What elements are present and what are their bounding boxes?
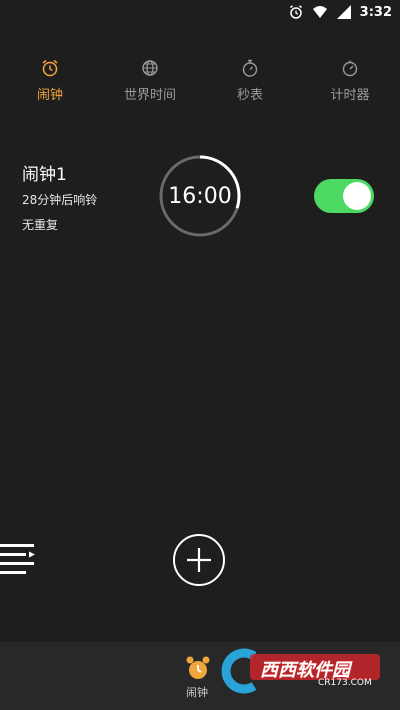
- plus-icon: [187, 548, 211, 572]
- tab-timer[interactable]: 计时器: [300, 58, 400, 110]
- alarm-enabled-toggle[interactable]: [314, 179, 374, 213]
- wifi-icon: [312, 4, 328, 20]
- stopwatch-icon: [242, 59, 258, 77]
- alarm-status-icon: [288, 4, 304, 20]
- watermark-logo: 西西软件园 CR173.COM: [210, 648, 382, 694]
- tab-alarm-label: 闹钟: [36, 88, 63, 103]
- alarm-list-item[interactable]: 闹钟1 28分钟后响铃 无重复 16:00: [0, 150, 400, 245]
- tab-world-time[interactable]: 世界时间: [100, 58, 200, 110]
- tab-stopwatch[interactable]: 秒表: [200, 58, 300, 110]
- toggle-knob: [343, 182, 371, 210]
- alarm-clock-icon[interactable]: [185, 655, 211, 681]
- alarm-time: 16:00: [168, 183, 232, 209]
- alarm-clock-icon: [42, 59, 58, 77]
- alarm-repeat-text: 无重复: [22, 218, 59, 232]
- globe-icon: [142, 60, 158, 76]
- add-alarm-button[interactable]: [173, 534, 225, 586]
- tab-alarm[interactable]: 闹钟: [0, 58, 100, 110]
- watermark-url: CR173.COM: [318, 678, 372, 688]
- timer-icon: [342, 60, 358, 77]
- alarm-name: 闹钟1: [22, 165, 67, 185]
- status-bar: 3:32: [0, 0, 400, 24]
- bottom-bar: 闹钟 西西软件园 CR173.COM: [0, 642, 400, 710]
- menu-button[interactable]: [0, 543, 40, 579]
- tab-bar: 闹钟 世界时间 秒表 计时器: [0, 58, 400, 110]
- alarm-countdown-text: 28分钟后响铃: [22, 193, 98, 207]
- bottom-alarm-label: 闹钟: [186, 686, 208, 699]
- tab-timer-label: 计时器: [330, 88, 370, 103]
- status-time: 3:32: [359, 4, 392, 20]
- battery-icon: [336, 4, 352, 20]
- tab-stopwatch-label: 秒表: [236, 88, 263, 103]
- tab-world-time-label: 世界时间: [123, 88, 176, 103]
- clock-app-screen: 3:32 闹钟 世界时间 秒表 计时器 闹钟1 28分钟后响铃 无重复 16:0…: [0, 0, 400, 710]
- menu-icon: [0, 544, 35, 574]
